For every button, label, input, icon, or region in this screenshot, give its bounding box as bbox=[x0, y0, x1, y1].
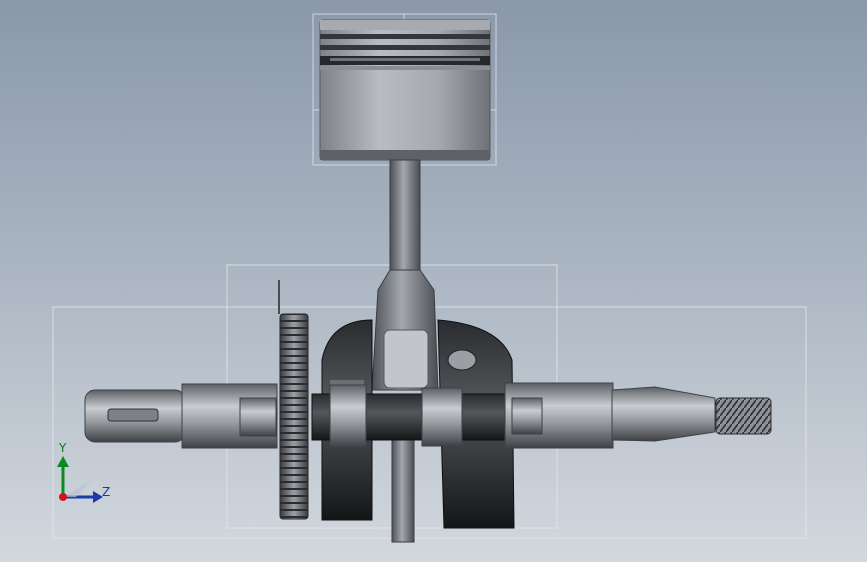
axis-triad bbox=[57, 456, 103, 503]
threaded-end[interactable] bbox=[715, 397, 772, 435]
triad-y-label: Y bbox=[59, 441, 67, 455]
model-viewport[interactable]: Y Z bbox=[0, 0, 867, 562]
crankshaft[interactable] bbox=[84, 382, 716, 449]
cad-model-scene[interactable] bbox=[0, 0, 867, 562]
timing-gear[interactable] bbox=[278, 280, 309, 520]
piston[interactable] bbox=[319, 19, 491, 161]
triad-z-label: Z bbox=[102, 485, 111, 499]
connecting-rod[interactable] bbox=[371, 159, 439, 543]
